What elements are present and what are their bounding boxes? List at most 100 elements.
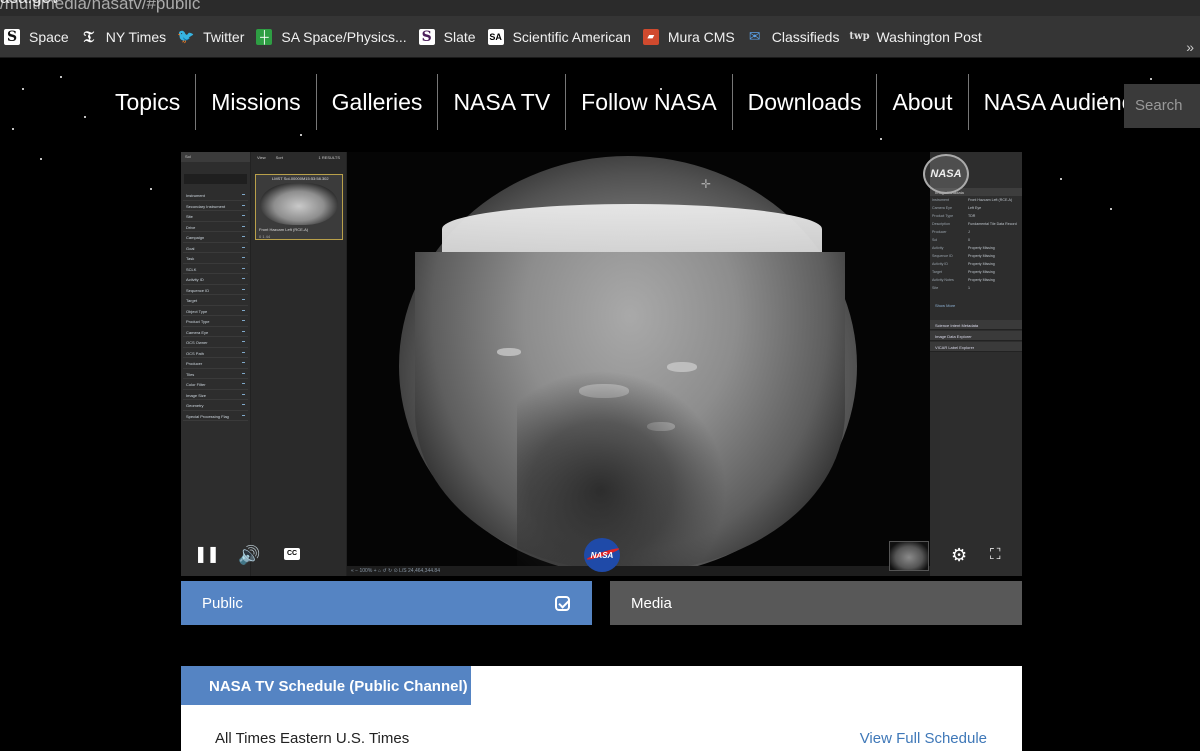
nav-about[interactable]: About (876, 74, 967, 130)
filter-row[interactable]: Task (183, 253, 248, 264)
search-input[interactable]: Search (1124, 84, 1200, 128)
bookmark-label: Mura CMS (667, 28, 735, 45)
preview-thumbnail (889, 541, 929, 571)
pause-icon[interactable]: ❚❚ (194, 545, 220, 565)
view-full-schedule-link[interactable]: View Full Schedule (860, 730, 987, 747)
section-science-intent[interactable]: Science Intent Metadata (930, 320, 1022, 330)
fullscreen-icon[interactable]: ⛶ (990, 545, 1001, 565)
filter-row[interactable]: OCS Path (183, 348, 248, 358)
section-vicar-label[interactable]: VICAR Label Explorer (930, 342, 1022, 352)
metadata-row: Activity Property Missing (932, 246, 1020, 254)
channel-tab-media[interactable]: Media (610, 581, 1022, 625)
results-panel: View Sort 1 RESULTS LMST Sol-00000M15:53:5… (251, 152, 347, 576)
checkmark-icon (555, 596, 570, 611)
metadata-key: Description (932, 222, 950, 226)
volume-icon[interactable]: 🔊 (238, 545, 260, 565)
nav-galleries[interactable]: Galleries (315, 74, 438, 130)
filter-header: Sol (181, 152, 250, 162)
metadata-key: Activity ID (932, 262, 948, 266)
filter-row[interactable]: Geometry (183, 400, 248, 411)
metadata-value: Property Missing (968, 262, 995, 266)
filter-row[interactable]: Image Size (183, 390, 248, 400)
settings-gear-icon[interactable]: ⚙ (951, 545, 967, 565)
filter-row[interactable]: Producer (183, 358, 248, 369)
bookmark-label: Classifieds (771, 28, 840, 45)
nav-downloads[interactable]: Downloads (731, 74, 877, 130)
bookmarks-overflow-icon[interactable]: » (1186, 39, 1194, 55)
channel-tab-public[interactable]: Public (181, 581, 592, 625)
thumb-image (260, 183, 338, 225)
thumb-caption: Front Hazcam Left (RCE-A) (259, 227, 309, 232)
filter-row[interactable]: Activity ID (183, 274, 248, 285)
metadata-key: Instrument (932, 198, 949, 202)
bookmark-label: Space (29, 28, 69, 45)
channel-tab-label: Media (631, 595, 672, 612)
metadata-row: Sol 0 (932, 238, 1020, 246)
bookmark-label: Scientific American (512, 28, 631, 45)
filter-row[interactable]: Camera Eye (183, 327, 248, 337)
bookmark-sa-space[interactable]: ┼ SA Space/Physics... (256, 22, 415, 52)
nav-missions[interactable]: Missions (195, 74, 315, 130)
filter-row[interactable]: Drive (183, 222, 248, 232)
channel-tab-label: Public (202, 595, 243, 612)
metadata-row: Activity Notes Property Missing (932, 278, 1020, 286)
metadata-key: Target (932, 270, 942, 274)
filter-row[interactable]: Secondary Instrument (183, 201, 248, 211)
section-image-data[interactable]: Image Data Explorer (930, 331, 1022, 341)
bookmark-nytimes[interactable]: 𝔗 NY Times (81, 22, 175, 52)
bookmark-label: SA Space/Physics... (281, 28, 407, 45)
nasa-logo-text: NASA (590, 550, 614, 560)
filter-row[interactable]: Campaign (183, 232, 248, 243)
bookmark-classifieds[interactable]: ✉ Classifieds (747, 22, 849, 52)
thumb-title: LMST Sol-00000M15:53:58.302 (272, 176, 329, 181)
address-bar[interactable]: asa.gov/multimedia/nasatv/#public (0, 0, 1200, 16)
filter-row[interactable]: Target (183, 295, 248, 306)
bookmark-mura[interactable]: ▰ Mura CMS (642, 22, 744, 52)
sky-band (442, 204, 822, 254)
metadata-value: J (968, 230, 970, 234)
bookmark-space[interactable]: S Space (4, 22, 78, 52)
sort-button[interactable]: Sort (276, 155, 283, 161)
filter-row[interactable]: SCLK (183, 264, 248, 274)
filter-row[interactable]: Special Processing Flag (183, 411, 248, 421)
filter-row[interactable]: Sequence ID (183, 285, 248, 295)
bookmark-slate[interactable]: S Slate (418, 22, 485, 52)
wp-icon: twp (849, 31, 870, 42)
filter-row[interactable]: Tiles (183, 369, 248, 379)
filter-row[interactable]: Goal (183, 243, 248, 253)
results-count: 1 RESULTS (318, 155, 341, 160)
filter-row[interactable]: OCS Owner (183, 337, 248, 348)
nasa-page: Topics Missions Galleries NASA TV Follow… (0, 58, 1200, 751)
filter-row[interactable]: Instrument (183, 190, 248, 201)
bookmark-sciam[interactable]: SA Scientific American (487, 22, 640, 52)
show-more-link[interactable]: Show More (930, 300, 1022, 308)
nav-nasa-tv[interactable]: NASA TV (437, 74, 565, 130)
sa-cross-icon: ┼ (256, 28, 273, 45)
bookmark-twitter[interactable]: 🐦 Twitter (177, 22, 253, 52)
metadata-row: Description Fundamental Tile Data Record (932, 222, 1020, 230)
nyt-icon: 𝔗 (83, 26, 94, 46)
captions-icon[interactable]: CC (284, 548, 300, 560)
filter-row[interactable]: Color Filter (183, 379, 248, 390)
rock (497, 348, 521, 356)
nav-topics[interactable]: Topics (100, 74, 195, 130)
filter-row[interactable]: Product Type (183, 316, 248, 327)
sol-range-input[interactable] (184, 174, 247, 184)
metadata-value: Property Missing (968, 278, 995, 282)
bookmark-label: Twitter (203, 28, 245, 45)
image-viewer: ✛ « − 100% + ⌂ ↺ ↻ ⊙ L/S 24,464,344.84 (347, 152, 930, 576)
metadata-row: Sequence ID Property Missing (932, 254, 1020, 262)
thumb-meta: 0 1 44 (259, 234, 271, 239)
filter-row[interactable]: Site (183, 211, 248, 222)
schedule-timezone-note: All Times Eastern U.S. Times (215, 730, 410, 747)
filter-row[interactable]: Object Type (183, 306, 248, 316)
metadata-key: Product Type (932, 214, 954, 218)
slate-s-icon: S (418, 28, 435, 45)
metadata-row: Instrument Front Hazcam Left (RCE-A) (932, 198, 1020, 206)
nav-follow-nasa[interactable]: Follow NASA (565, 74, 731, 130)
view-button[interactable]: View (257, 155, 266, 161)
bookmark-wapo[interactable]: twp Washington Post (849, 22, 990, 52)
result-thumbnail[interactable]: LMST Sol-00000M15:53:58.302 Front Hazcam… (255, 174, 343, 240)
metadata-key: Camera Eye (932, 206, 952, 210)
video-player[interactable]: Sol Instrument Secondary Instrument Site Dr… (181, 152, 1022, 576)
